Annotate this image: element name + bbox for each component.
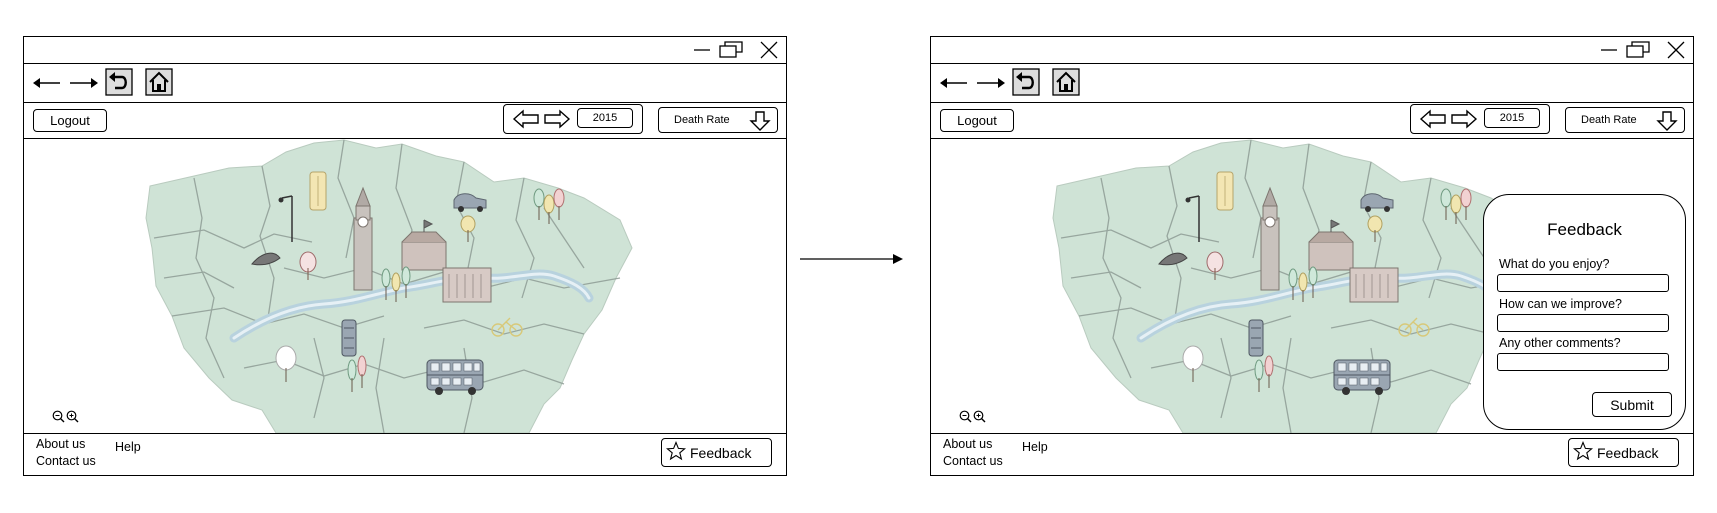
restore-icon[interactable] (718, 40, 743, 60)
contact-link[interactable]: Contact us (36, 454, 96, 468)
submit-button[interactable]: Submit (1592, 392, 1672, 417)
arrow-right-icon[interactable] (69, 75, 99, 94)
arrow-left-icon[interactable] (32, 75, 62, 94)
transition-arrow (800, 250, 904, 269)
home-icon[interactable] (145, 68, 173, 100)
arrow-left-icon[interactable] (939, 75, 969, 94)
zoom-controls (52, 408, 79, 427)
title-bar (24, 37, 786, 64)
year-selector: 2015 (1410, 104, 1550, 134)
title-bar (931, 37, 1693, 64)
help-link[interactable]: Help (115, 440, 141, 454)
prev-arrow-icon[interactable] (512, 109, 540, 133)
zoom-controls (959, 408, 986, 427)
improve-input[interactable] (1497, 314, 1669, 332)
dropdown-arrow-icon (1656, 111, 1678, 134)
close-icon[interactable] (758, 40, 780, 60)
minimize-icon[interactable] (1598, 40, 1620, 60)
footer: About us Contact us Help Feedback (931, 433, 1693, 475)
feedback-panel-title: Feedback (1547, 220, 1622, 239)
improve-label: How can we improve? (1499, 297, 1622, 311)
zoom-in-icon[interactable] (973, 408, 986, 427)
zoom-out-icon[interactable] (52, 408, 65, 427)
metric-label: Death Rate (674, 114, 730, 126)
nav-bar (24, 63, 786, 103)
next-arrow-icon[interactable] (1450, 109, 1478, 133)
prev-arrow-icon[interactable] (1419, 109, 1447, 133)
toolbar: Logout 2015 Death Rate (931, 102, 1693, 139)
year-field[interactable]: 2015 (577, 108, 633, 128)
refresh-icon[interactable] (105, 68, 133, 100)
london-map[interactable] (24, 138, 786, 433)
restore-icon[interactable] (1625, 40, 1650, 60)
comments-label: Any other comments? (1499, 336, 1621, 350)
toolbar: Logout 2015 Death Rate (24, 102, 786, 139)
feedback-button[interactable]: Feedback (661, 438, 772, 467)
map-illustration (24, 138, 786, 433)
close-icon[interactable] (1665, 40, 1687, 60)
about-link[interactable]: About us (943, 437, 992, 451)
feedback-button-label: Feedback (1597, 444, 1659, 461)
refresh-icon[interactable] (1012, 68, 1040, 100)
star-icon (1572, 441, 1594, 464)
metric-label: Death Rate (1581, 114, 1637, 126)
next-arrow-icon[interactable] (543, 109, 571, 133)
enjoy-input[interactable] (1497, 274, 1669, 292)
metric-dropdown[interactable]: Death Rate (658, 107, 778, 133)
about-link[interactable]: About us (36, 437, 85, 451)
app-window-before: Logout 2015 Death Rate About us Contact … (23, 36, 787, 476)
metric-dropdown[interactable]: Death Rate (1565, 107, 1685, 133)
star-icon (665, 441, 687, 464)
feedback-button-label: Feedback (690, 444, 752, 461)
comments-input[interactable] (1497, 353, 1669, 371)
year-selector: 2015 (503, 104, 643, 134)
enjoy-label: What do you enjoy? (1499, 257, 1610, 271)
zoom-out-icon[interactable] (959, 408, 972, 427)
app-window-after: Logout 2015 Death Rate About us Contact … (930, 36, 1694, 476)
year-field[interactable]: 2015 (1484, 108, 1540, 128)
minimize-icon[interactable] (691, 40, 713, 60)
help-link[interactable]: Help (1022, 440, 1048, 454)
zoom-in-icon[interactable] (66, 408, 79, 427)
logout-button[interactable]: Logout (33, 109, 107, 132)
nav-bar (931, 63, 1693, 103)
feedback-button[interactable]: Feedback (1568, 438, 1679, 467)
dropdown-arrow-icon (749, 111, 771, 134)
logout-button[interactable]: Logout (940, 109, 1014, 132)
arrow-right-icon[interactable] (976, 75, 1006, 94)
contact-link[interactable]: Contact us (943, 454, 1003, 468)
home-icon[interactable] (1052, 68, 1080, 100)
footer: About us Contact us Help Feedback (24, 433, 786, 475)
feedback-panel: Feedback What do you enjoy? How can we i… (1483, 194, 1686, 430)
